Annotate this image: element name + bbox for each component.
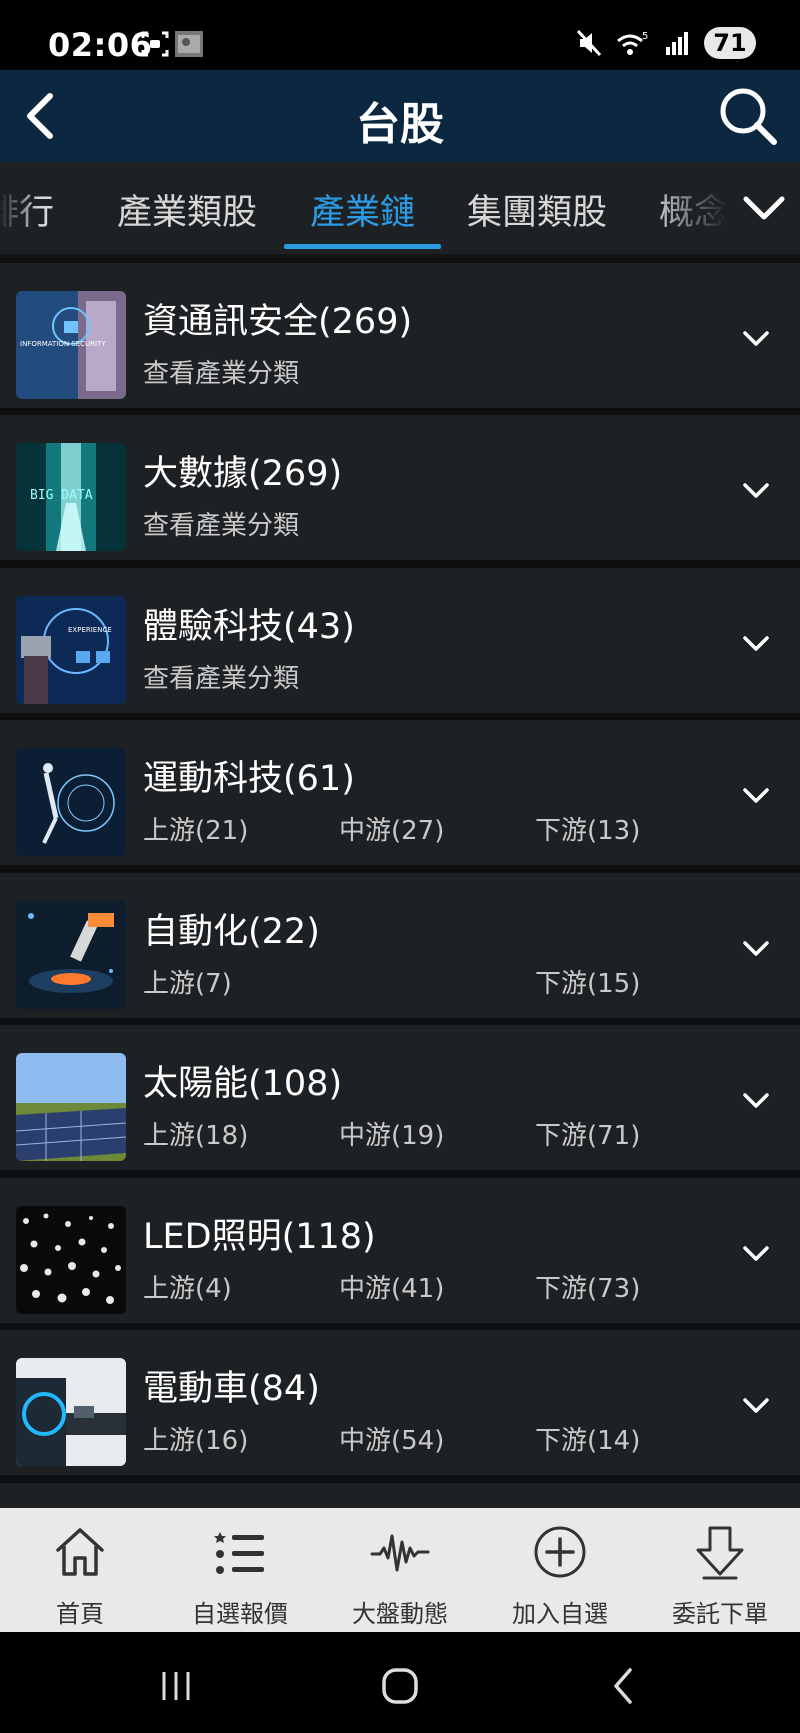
chevron-down-icon[interactable]	[736, 1234, 776, 1274]
chevron-down-icon[interactable]	[736, 319, 776, 359]
experience-tech-thumbnail: EXPERIENCE	[16, 596, 126, 704]
active-tab-indicator	[284, 244, 441, 249]
signal-icon	[666, 32, 688, 55]
home-icon	[56, 1528, 104, 1576]
list-item-solar[interactable]: 太陽能(108) 上游(18) 中游(19) 下游(71)	[0, 1025, 800, 1170]
security-thumb-text: INFORMATION SECURITY	[20, 340, 106, 348]
downstream-link[interactable]: 下游(15)	[535, 963, 640, 1000]
item-title: 電動車(84)	[143, 1369, 320, 1409]
battery-indicator: 71	[704, 27, 756, 59]
downstream-link[interactable]: 下游(13)	[535, 810, 640, 847]
chevron-down-icon	[743, 196, 785, 220]
electric-vehicle-thumbnail	[16, 1358, 126, 1466]
nav-watchlist[interactable]: 自選報價	[160, 1508, 320, 1632]
chevron-down-icon[interactable]	[736, 776, 776, 816]
search-button[interactable]	[716, 84, 780, 148]
nav-place-order[interactable]: 委託下單	[640, 1508, 800, 1632]
add-circle-icon	[534, 1526, 586, 1578]
item-title: 資通訊安全(269)	[143, 302, 413, 342]
chevron-down-icon[interactable]	[736, 1081, 776, 1121]
downstream-link[interactable]: 下游(73)	[535, 1268, 640, 1305]
view-categories-link[interactable]: 查看產業分類	[143, 505, 299, 542]
list-item-partial[interactable]	[0, 1483, 800, 1508]
nav-label: 自選報價	[192, 1600, 288, 1628]
nav-label: 加入自選	[512, 1600, 608, 1628]
status-bar: 02:06 5 71	[0, 0, 800, 70]
expand-tabs-button[interactable]	[728, 162, 800, 254]
downstream-link[interactable]: 下游(14)	[535, 1420, 640, 1457]
nav-add-watchlist[interactable]: 加入自選	[480, 1508, 640, 1632]
bigdata-thumb-text: BIG DATA	[30, 488, 93, 503]
view-categories-link[interactable]: 查看產業分類	[143, 658, 299, 695]
list-item-sport-tech[interactable]: 運動科技(61) 上游(21) 中游(27) 下游(13)	[0, 720, 800, 865]
upstream-link[interactable]: 上游(18)	[143, 1115, 248, 1152]
upstream-link[interactable]: 上游(4)	[143, 1268, 232, 1305]
tabs-left-fade	[0, 162, 40, 254]
item-title: LED照明(118)	[143, 1217, 376, 1257]
midstream-link[interactable]: 中游(19)	[339, 1115, 444, 1152]
experience-thumb-text: EXPERIENCE	[68, 626, 112, 634]
midstream-link[interactable]: 中游(27)	[339, 810, 444, 847]
list-item-automation[interactable]: 自動化(22) 上游(7) 下游(15)	[0, 873, 800, 1018]
pulse-icon	[370, 1534, 430, 1572]
chevron-down-icon[interactable]	[736, 471, 776, 511]
upstream-link[interactable]: 上游(16)	[143, 1420, 248, 1457]
home-circle-icon[interactable]	[376, 1662, 424, 1710]
bottom-navigation: 首頁 自選報價 大盤動態 加入自選 委託下單	[0, 1508, 800, 1632]
chevron-down-icon[interactable]	[736, 929, 776, 969]
order-arrow-icon	[696, 1526, 744, 1580]
midstream-link[interactable]: 中游(54)	[339, 1420, 444, 1457]
upstream-link[interactable]: 上游(7)	[143, 963, 232, 1000]
list-item-big-data[interactable]: BIG DATA 大數據(269) 查看產業分類	[0, 415, 800, 560]
app-header: 台股	[0, 70, 800, 162]
nav-market-pulse[interactable]: 大盤動態	[320, 1508, 480, 1632]
mute-icon	[576, 29, 602, 57]
list-item-information-security[interactable]: INFORMATION SECURITY 資通訊安全(269) 查看產業分類	[0, 263, 800, 408]
wifi-label: 5	[642, 31, 648, 42]
tab-industry-chain[interactable]: 產業鏈	[310, 184, 415, 235]
sport-tech-thumbnail	[16, 748, 126, 856]
item-title: 運動科技(61)	[143, 759, 355, 799]
upstream-link[interactable]: 上游(21)	[143, 810, 248, 847]
downstream-link[interactable]: 下游(71)	[535, 1115, 640, 1152]
tab-industry-sectors[interactable]: 產業類股	[117, 184, 257, 235]
screenshot-icon	[141, 31, 169, 57]
automation-thumbnail	[16, 901, 126, 1009]
list-item-led-lighting[interactable]: LED照明(118) 上游(4) 中游(41) 下游(73)	[0, 1178, 800, 1323]
nav-label: 委託下單	[672, 1600, 768, 1628]
item-title: 自動化(22)	[143, 912, 320, 952]
nav-label: 大盤動態	[352, 1600, 448, 1628]
chevron-down-icon[interactable]	[736, 1386, 776, 1426]
page-title: 台股	[356, 99, 444, 150]
information-security-thumbnail: INFORMATION SECURITY	[16, 291, 126, 399]
solar-thumbnail	[16, 1053, 126, 1161]
chevron-down-icon[interactable]	[736, 624, 776, 664]
list-item-experience-tech[interactable]: EXPERIENCE 體驗科技(43) 查看產業分類	[0, 568, 800, 713]
gallery-icon	[175, 31, 203, 57]
category-tabs: 排行 產業類股 產業鏈 集團類股 概念	[0, 162, 800, 258]
item-title: 太陽能(108)	[143, 1064, 343, 1104]
nav-label: 首頁	[56, 1600, 104, 1628]
led-lighting-thumbnail	[16, 1206, 126, 1314]
view-categories-link[interactable]: 查看產業分類	[143, 353, 299, 390]
list-item-electric-vehicle[interactable]: 電動車(84) 上游(16) 中游(54) 下游(14)	[0, 1330, 800, 1475]
wifi-icon: 5	[617, 31, 648, 55]
system-navigation-bar	[0, 1632, 800, 1733]
system-back-icon[interactable]	[600, 1662, 648, 1710]
item-title: 體驗科技(43)	[143, 607, 355, 647]
watchlist-icon	[214, 1532, 264, 1574]
status-time: 02:06	[48, 26, 153, 64]
big-data-thumbnail: BIG DATA	[16, 443, 126, 551]
item-title: 大數據(269)	[143, 454, 343, 494]
industry-chain-list: INFORMATION SECURITY 資通訊安全(269) 查看產業分類 B…	[0, 258, 800, 1508]
midstream-link[interactable]: 中游(41)	[339, 1268, 444, 1305]
recent-apps-icon[interactable]	[152, 1662, 200, 1710]
tab-group-sectors[interactable]: 集團類股	[467, 184, 607, 235]
nav-home[interactable]: 首頁	[0, 1508, 160, 1632]
